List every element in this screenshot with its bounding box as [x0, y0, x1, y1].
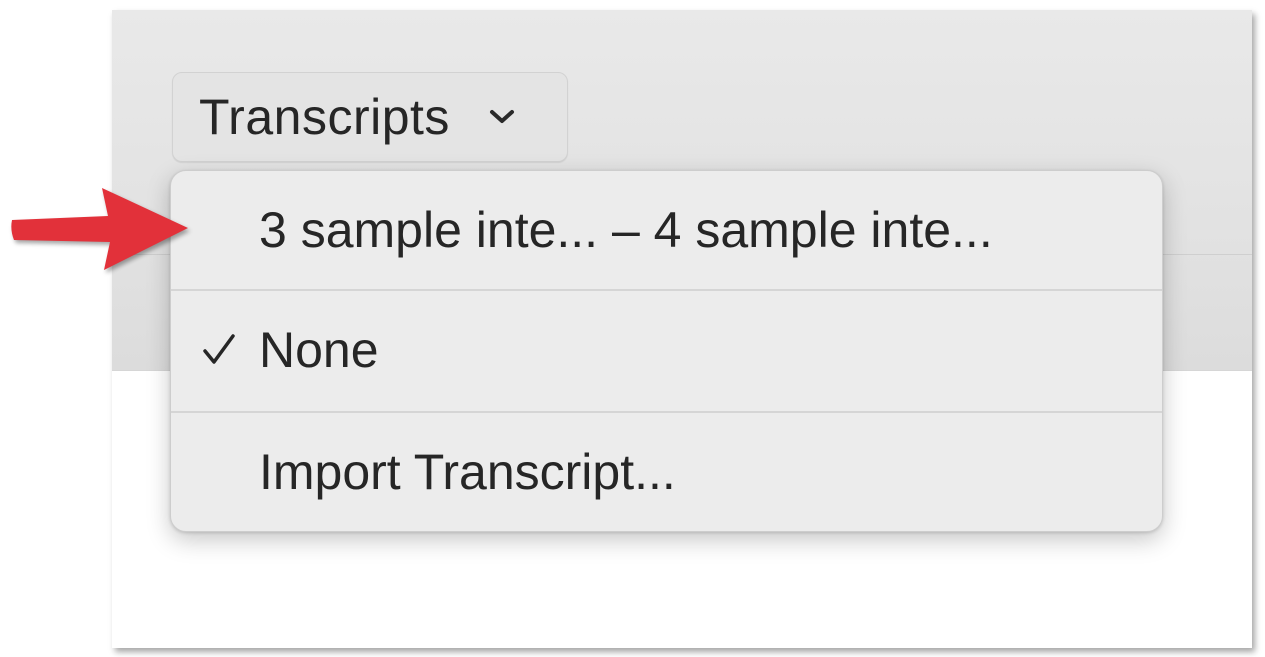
menu-item-none[interactable]: None [171, 291, 1162, 409]
screenshot-stage: Transcripts 3 sample inte... – 4 sample … [0, 0, 1265, 657]
transcripts-dropdown-menu: 3 sample inte... – 4 sample inte... None… [170, 170, 1163, 532]
checkmark-icon [197, 328, 241, 372]
transcripts-popup-button[interactable]: Transcripts [172, 72, 568, 162]
transcripts-popup-label: Transcripts [199, 89, 450, 145]
menu-item-label: None [259, 322, 379, 378]
menu-item-sample-interviews[interactable]: 3 sample inte... – 4 sample inte... [171, 171, 1162, 289]
menu-item-label: 3 sample inte... – 4 sample inte... [259, 202, 993, 258]
red-pointer-arrow-icon [6, 182, 196, 278]
menu-item-label: Import Transcript... [259, 444, 676, 500]
chevron-down-icon [488, 103, 516, 131]
menu-item-import-transcript[interactable]: Import Transcript... [171, 413, 1162, 531]
